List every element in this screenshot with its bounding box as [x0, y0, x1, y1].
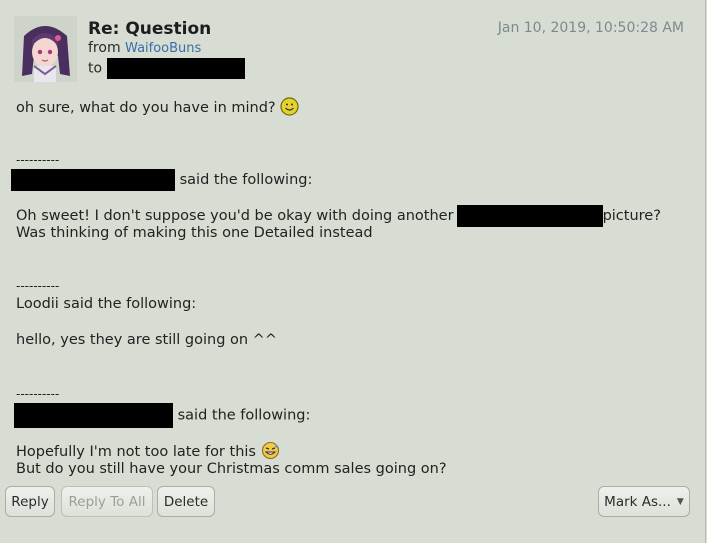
smiley-face-icon: [280, 97, 299, 116]
avatar-image: [14, 16, 77, 82]
reply-button-label: Reply: [11, 493, 49, 510]
redacted-text: [456, 205, 603, 227]
redacted-name: [14, 403, 173, 428]
reply-all-button[interactable]: Reply To All: [61, 486, 153, 517]
reply-button[interactable]: Reply: [5, 486, 55, 517]
quote3-said-label: said the following:: [177, 407, 311, 424]
separator: ----------: [16, 279, 60, 293]
quote2-line1: hello, yes they are still going on ^^: [16, 332, 277, 348]
quote1-line2: Was thinking of making this one Detailed…: [16, 225, 373, 241]
reply-text-line: oh sure, what do you have in mind?: [16, 97, 299, 116]
separator: ----------: [16, 387, 60, 401]
quote3-header: said the following:: [14, 403, 310, 428]
from-label: from: [88, 40, 121, 56]
to-line: to: [88, 58, 245, 79]
reply-text: oh sure, what do you have in mind?: [16, 100, 276, 116]
sender-link[interactable]: WaifooBuns: [125, 41, 201, 56]
quote1-text-a: Oh sweet! I don't suppose you'd be okay …: [16, 208, 454, 224]
quote3-line2: But do you still have your Christmas com…: [16, 461, 447, 477]
quote1-line1: Oh sweet! I don't suppose you'd be okay …: [16, 205, 661, 227]
quote1-text-b: picture?: [602, 208, 661, 224]
sweat-smile-icon: [261, 441, 280, 460]
avatar[interactable]: [14, 16, 77, 82]
delete-button[interactable]: Delete: [157, 486, 215, 517]
separator: ----------: [16, 153, 60, 167]
redacted-name: [11, 169, 175, 191]
quote2-header: Loodii said the following:: [16, 296, 197, 312]
mark-as-label: Mark As...: [604, 493, 671, 510]
redacted-recipient: [106, 58, 245, 79]
delete-button-label: Delete: [163, 493, 209, 510]
message-panel: Re: Question from WaifooBuns to Jan 10, …: [0, 0, 706, 543]
to-label: to: [88, 60, 103, 77]
triangle-down-icon: ▼: [676, 496, 684, 507]
reply-all-button-label: Reply To All: [68, 493, 146, 510]
message-timestamp: Jan 10, 2019, 10:50:28 AM: [497, 20, 684, 36]
quote3-line1: Hopefully I'm not too late for this: [16, 441, 280, 460]
message-subject: Re: Question: [88, 19, 212, 39]
mark-as-dropdown[interactable]: Mark As... ▼: [598, 486, 690, 517]
from-line: from WaifooBuns: [88, 40, 201, 56]
quote3-text: Hopefully I'm not too late for this: [16, 444, 256, 460]
quote1-header: said the following:: [11, 169, 312, 191]
quote1-said-label: said the following:: [179, 172, 313, 188]
